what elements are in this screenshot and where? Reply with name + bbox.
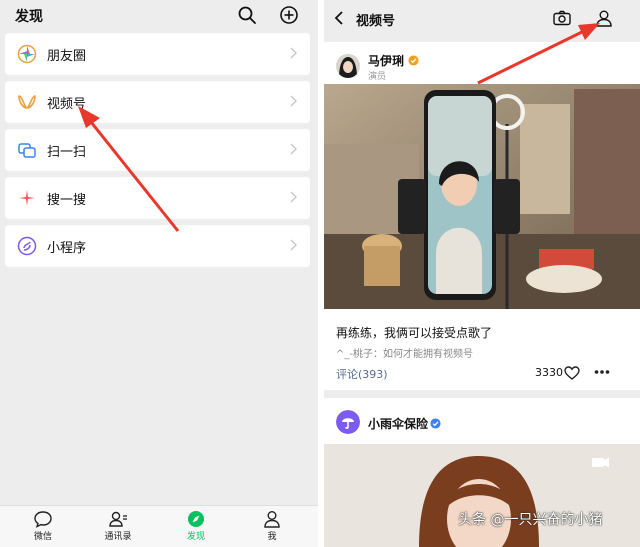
- channels-screen: 视频号 马伊琍 演员 再练练，我俩可以接受点歌了 ^_-桃子：如何才能拥有视频号…: [324, 0, 640, 547]
- bottom-tab-bar: 微信 通讯录 发现 我: [0, 505, 318, 547]
- channel-post[interactable]: 马伊琍 演员 再练练，我俩可以接受点歌了 ^_-桃子：如何才能拥有视频号 评论(…: [324, 42, 640, 390]
- more-icon[interactable]: [594, 369, 610, 375]
- scan-icon: [18, 143, 36, 158]
- video-player[interactable]: [324, 444, 640, 547]
- discover-screen: 发现 朋友圈 视频号 扫一扫 搜一搜 小程序 微信 通讯录 发现 我: [0, 0, 318, 547]
- discover-header: 发现: [0, 0, 318, 30]
- contacts-icon: [109, 511, 127, 527]
- tab-label: 我: [267, 532, 277, 542]
- back-icon[interactable]: [334, 11, 344, 25]
- chevron-right-icon: [290, 239, 297, 251]
- post-caption: 再练练，我俩可以接受点歌了: [336, 326, 493, 340]
- menu-label: 视频号: [47, 97, 87, 112]
- tab-label: 发现: [186, 532, 205, 542]
- tab-contacts[interactable]: 通讯录: [88, 508, 148, 546]
- menu-item-scan[interactable]: 扫一扫: [5, 129, 310, 171]
- mini-program-icon: [17, 236, 37, 256]
- video-player[interactable]: [324, 84, 640, 309]
- menu-item-channels[interactable]: 视频号: [5, 81, 310, 123]
- menu-label: 小程序: [47, 241, 87, 256]
- page-title: 发现: [15, 9, 43, 25]
- moments-icon: [17, 44, 37, 64]
- verified-badge-icon: [430, 418, 441, 429]
- tab-me[interactable]: 我: [242, 508, 302, 546]
- channels-icon: [18, 95, 36, 109]
- menu-item-search[interactable]: 搜一搜: [5, 177, 310, 219]
- menu-item-mini-programs[interactable]: 小程序: [5, 225, 310, 267]
- person-icon: [264, 511, 280, 528]
- watermark: 头条 @一只兴奋的小猪: [458, 512, 603, 528]
- umbrella-logo-icon: [336, 410, 360, 434]
- menu-label: 朋友圈: [47, 49, 87, 64]
- video-thumbnail: [324, 84, 640, 309]
- chat-bubble-icon: [34, 511, 52, 528]
- avatar[interactable]: [336, 54, 360, 78]
- video-thumbnail: [324, 444, 640, 547]
- chevron-right-icon: [290, 143, 297, 155]
- verified-badge-icon: [408, 55, 419, 66]
- search-star-icon: [19, 190, 35, 206]
- page-title: 视频号: [356, 14, 396, 29]
- avatar-image: [336, 54, 360, 78]
- channels-header: 视频号: [324, 0, 640, 36]
- tab-chats[interactable]: 微信: [13, 508, 73, 546]
- avatar[interactable]: [336, 410, 360, 434]
- likes-count: 3330: [535, 366, 563, 379]
- camera-icon[interactable]: [553, 10, 571, 26]
- tab-label: 微信: [33, 532, 52, 542]
- post-subcaption[interactable]: ^_-桃子：如何才能拥有视频号: [336, 345, 473, 360]
- author-name[interactable]: 马伊琍: [368, 52, 404, 69]
- heart-icon[interactable]: [564, 366, 580, 380]
- chevron-right-icon: [290, 191, 297, 203]
- compass-icon: [188, 511, 204, 527]
- author-name[interactable]: 小雨伞保险: [368, 415, 428, 432]
- search-icon[interactable]: [237, 5, 257, 25]
- chevron-right-icon: [290, 47, 297, 59]
- chevron-right-icon: [290, 95, 297, 107]
- author-subtitle: 演员: [368, 72, 387, 82]
- menu-label: 扫一扫: [47, 145, 87, 160]
- tab-discover[interactable]: 发现: [166, 508, 226, 546]
- profile-icon[interactable]: [595, 9, 613, 27]
- add-icon[interactable]: [279, 5, 299, 25]
- menu-label: 搜一搜: [47, 193, 87, 208]
- comments-link[interactable]: 评论(393): [336, 366, 388, 382]
- menu-item-moments[interactable]: 朋友圈: [5, 33, 310, 75]
- tab-label: 通讯录: [104, 532, 132, 542]
